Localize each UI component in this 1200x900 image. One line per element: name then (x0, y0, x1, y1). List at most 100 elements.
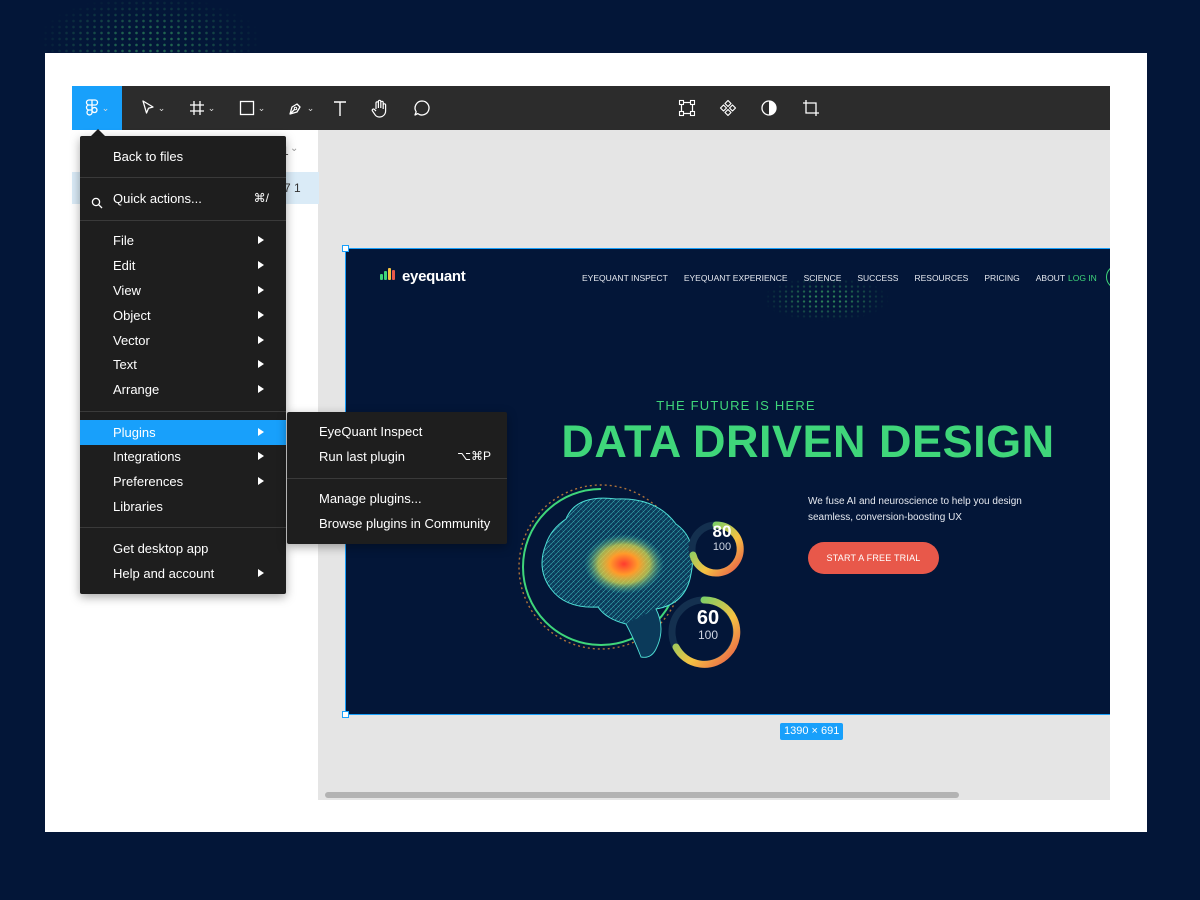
brain-illustration (518, 484, 744, 668)
menu-divider (80, 220, 286, 221)
login-link[interactable]: LOG IN (1068, 273, 1097, 283)
submenu-item-browse-plugins[interactable]: Browse plugins in Community (287, 511, 507, 536)
menu-item-help-and-account[interactable]: Help and account (80, 561, 286, 586)
chevron-down-icon: ⌄ (157, 102, 166, 113)
menu-item-label: Vector (113, 333, 150, 348)
edit-object-button[interactable] (675, 86, 699, 130)
hand-tool-button[interactable] (368, 86, 392, 130)
crop-button[interactable] (799, 86, 823, 130)
main-menu: Back to files Quick actions... ⌘/ File E… (80, 136, 286, 594)
menu-item-label: Edit (113, 258, 136, 273)
submenu-arrow-icon (258, 360, 264, 368)
edit-object-icon (678, 99, 696, 117)
nav-link[interactable]: SUCCESS (857, 273, 898, 283)
nav-link[interactable]: EYEQUANT EXPERIENCE (684, 273, 788, 283)
nav-link[interactable]: SCIENCE (804, 273, 842, 283)
mask-button[interactable] (757, 86, 781, 130)
hero-description: We fuse AI and neuroscience to help you … (808, 496, 1022, 523)
menu-item-label: Integrations (113, 449, 181, 464)
menu-item-label: Browse plugins in Community (319, 516, 491, 531)
move-tool-button[interactable]: ⌄ (134, 86, 172, 130)
menu-item-label: Preferences (113, 474, 184, 489)
menu-divider (80, 177, 286, 178)
submenu-arrow-icon (258, 428, 264, 436)
toolbar: ⌄ ⌄ ⌄ ⌄ ⌄ (72, 86, 1110, 130)
logo-text: eyequant (402, 268, 466, 285)
menu-item-view[interactable]: View (80, 278, 286, 303)
menu-item-preferences[interactable]: Preferences (80, 469, 286, 494)
figma-logo-icon (85, 99, 99, 117)
plugins-submenu: EyeQuant Inspect Run last plugin ⌥⌘P Man… (287, 412, 507, 544)
text-tool-button[interactable] (328, 86, 352, 130)
menu-item-object[interactable]: Object (80, 303, 286, 328)
pen-tool-button[interactable]: ⌄ (281, 86, 321, 130)
menu-item-label: Quick actions... (113, 191, 202, 206)
nav-link[interactable]: RESOURCES (914, 273, 968, 283)
eyequant-logo: eyequant (380, 267, 466, 285)
menu-item-label: Help and account (113, 566, 215, 581)
chevron-down-icon: ⌄ (290, 143, 299, 154)
component-button[interactable] (716, 86, 740, 130)
nav-link[interactable]: PRICING (984, 273, 1019, 283)
website-nav: EYEQUANT INSPECT EYEQUANT EXPERIENCE SCI… (582, 273, 1081, 283)
submenu-arrow-icon (258, 385, 264, 393)
submenu-item-manage-plugins[interactable]: Manage plugins... (287, 486, 507, 511)
menu-item-text[interactable]: Text (80, 352, 286, 377)
score-badge-80: 80 100 (698, 522, 746, 554)
score-value: 80 (712, 522, 732, 541)
menu-item-quick-actions[interactable]: Quick actions... ⌘/ (80, 186, 286, 211)
submenu-item-eyequant-inspect[interactable]: EyeQuant Inspect (287, 419, 507, 444)
logo-bars-icon (380, 267, 396, 285)
submenu-arrow-icon (258, 336, 264, 344)
figma-menu-button[interactable]: ⌄ (72, 86, 122, 130)
menu-divider (80, 411, 286, 412)
shortcut-label: ⌥⌘P (457, 449, 491, 463)
start-trial-button[interactable]: START A FREE TRIAL (808, 542, 939, 574)
score-max: 100 (712, 541, 732, 553)
submenu-arrow-icon (258, 286, 264, 294)
nav-link[interactable]: ABOUT (1036, 273, 1065, 283)
menu-item-integrations[interactable]: Integrations (80, 444, 286, 469)
layer-name: 7 1 (284, 181, 301, 195)
menu-item-arrange[interactable]: Arrange (80, 377, 286, 402)
menu-item-file[interactable]: File (80, 228, 286, 253)
submenu-arrow-icon (258, 261, 264, 269)
menu-item-back-to-files[interactable]: Back to files (80, 144, 286, 169)
rectangle-icon (239, 100, 255, 116)
menu-item-edit[interactable]: Edit (80, 253, 286, 278)
shape-tool-button[interactable]: ⌄ (232, 86, 272, 130)
menu-item-vector[interactable]: Vector (80, 328, 286, 353)
menu-divider (287, 478, 507, 479)
menu-item-label: EyeQuant Inspect (319, 424, 423, 439)
menu-divider (80, 527, 286, 528)
tagline: THE FUTURE IS HERE (656, 398, 816, 413)
submenu-item-run-last-plugin[interactable]: Run last plugin ⌥⌘P (287, 444, 507, 469)
hand-icon (371, 99, 389, 118)
menu-item-label: Text (113, 357, 137, 372)
menu-item-plugins[interactable]: Plugins (80, 420, 286, 445)
text-icon (332, 100, 348, 117)
signup-button-edge[interactable] (1106, 265, 1110, 289)
horizontal-scrollbar[interactable] (325, 792, 959, 798)
submenu-arrow-icon (258, 311, 264, 319)
mask-icon (760, 99, 778, 117)
menu-item-label: Manage plugins... (319, 491, 422, 506)
nav-link[interactable]: EYEQUANT INSPECT (582, 273, 668, 283)
submenu-arrow-icon (258, 452, 264, 460)
chevron-down-icon: ⌄ (101, 102, 110, 113)
resize-handle[interactable] (342, 245, 349, 252)
score-max: 100 (697, 628, 719, 642)
comment-icon (413, 99, 431, 117)
menu-item-label: View (113, 283, 141, 298)
menu-item-label: Run last plugin (319, 449, 405, 464)
pen-icon (288, 100, 304, 116)
component-icon (719, 99, 737, 117)
menu-item-get-desktop-app[interactable]: Get desktop app (80, 536, 286, 561)
chevron-down-icon: ⌄ (207, 102, 216, 113)
frame-tool-button[interactable]: ⌄ (182, 86, 222, 130)
comment-tool-button[interactable] (410, 86, 434, 130)
menu-item-label: Plugins (113, 425, 156, 440)
menu-item-libraries[interactable]: Libraries (80, 494, 286, 519)
resize-handle[interactable] (342, 711, 349, 718)
score-value: 60 (696, 607, 720, 629)
